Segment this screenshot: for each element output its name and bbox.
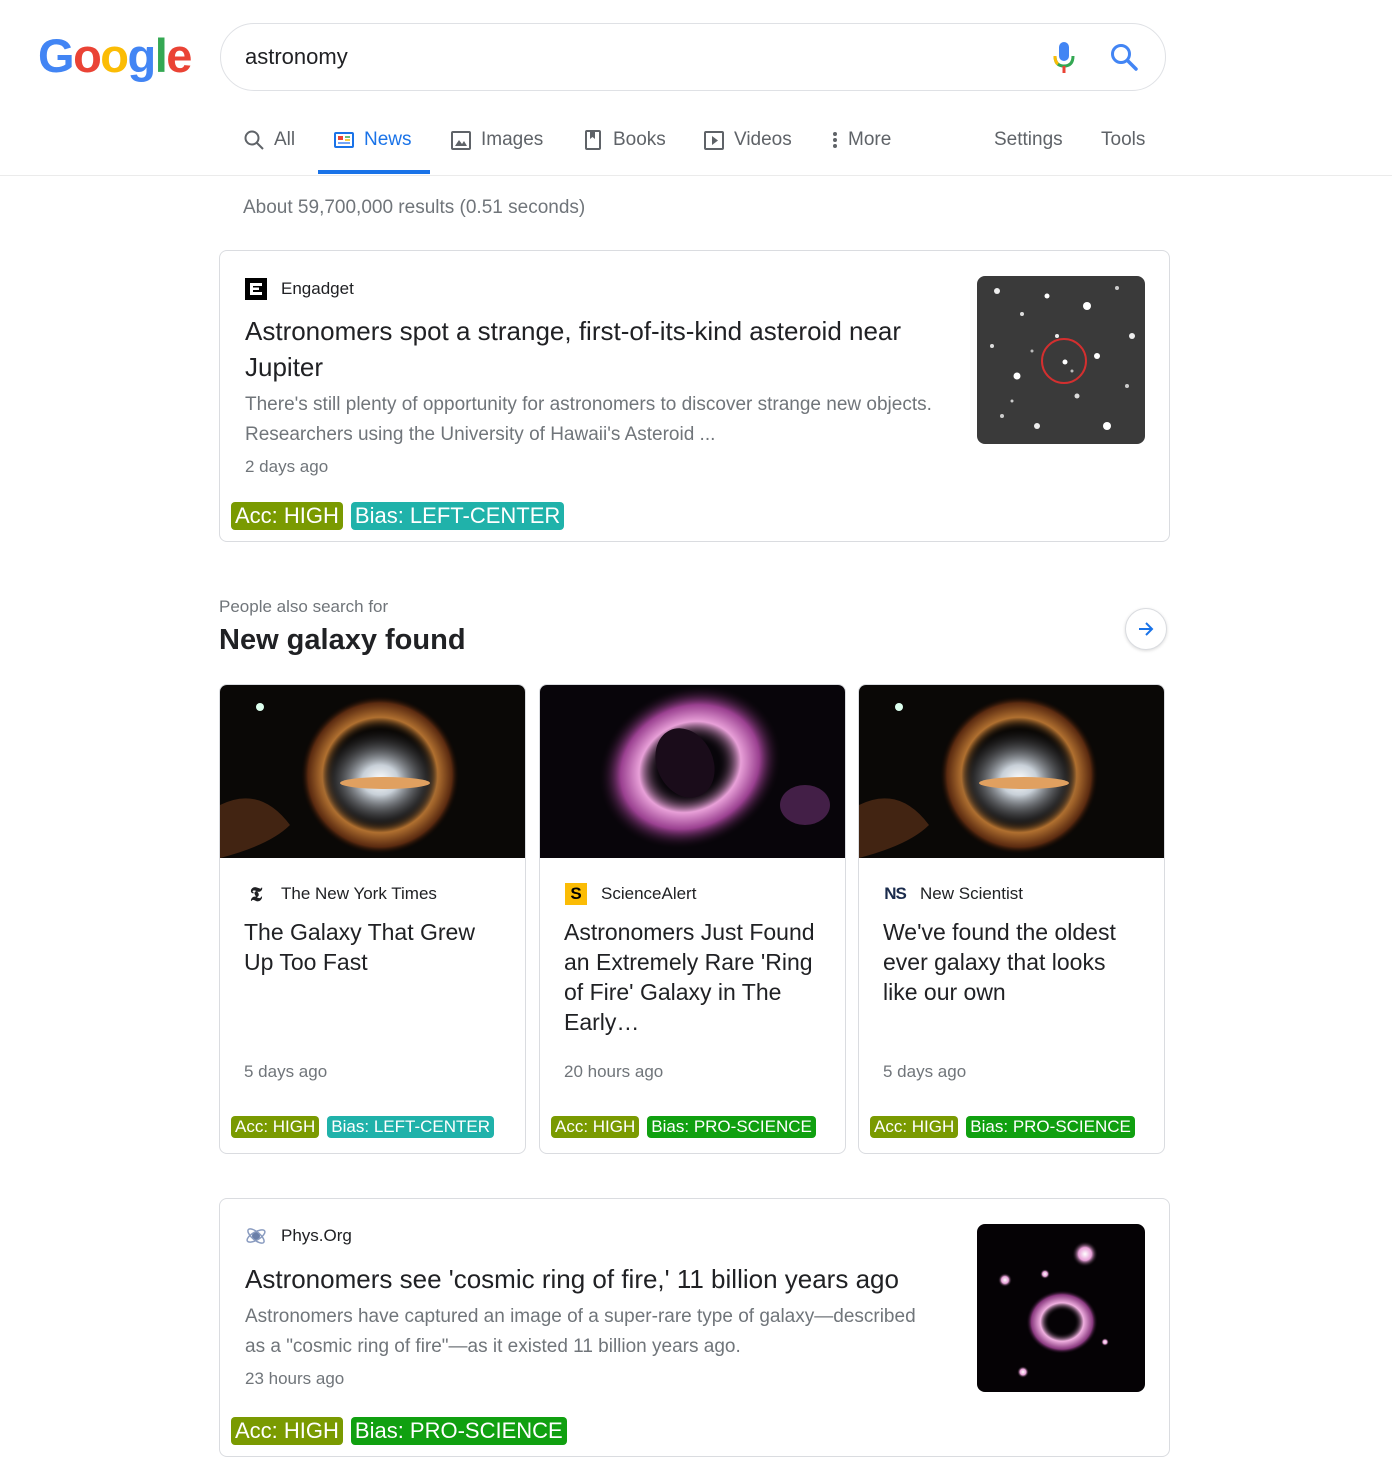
bias-badge: Bias: LEFT-CENTER — [327, 1116, 494, 1138]
settings-label: Settings — [994, 129, 1063, 150]
galaxy-thumbnail — [859, 685, 1164, 858]
arrow-right-icon — [1139, 622, 1154, 636]
tools-link[interactable]: Tools — [1101, 128, 1145, 174]
accuracy-badge: Acc: HIGH — [231, 1417, 343, 1445]
bias-badge: Bias: PRO-SCIENCE — [350, 1417, 567, 1445]
people-also-search-label: People also search for — [219, 597, 389, 616]
badge-row: Acc: HIGH Bias: PRO-SCIENCE — [551, 1116, 816, 1138]
story-age: 20 hours ago — [564, 1062, 664, 1081]
settings-link[interactable]: Settings — [994, 128, 1063, 174]
google-logo[interactable]: Google — [38, 29, 192, 82]
story-card[interactable]: S ScienceAlert Astronomers Just Found an… — [539, 684, 846, 1154]
source-name: ScienceAlert — [601, 884, 697, 903]
result-source[interactable]: Phys.Org — [245, 1225, 352, 1247]
video-icon — [704, 131, 724, 150]
result-title[interactable]: Astronomers spot a strange, first-of-its… — [245, 313, 945, 385]
accuracy-badge: Acc: HIGH — [551, 1116, 640, 1138]
nyt-logo-icon: 𝕿 — [249, 882, 263, 906]
badge-row: Acc: HIGH Bias: PRO-SCIENCE — [870, 1116, 1135, 1138]
ring-galaxy-thumbnail[interactable] — [977, 1224, 1145, 1392]
story-title[interactable]: We've found the oldest ever galaxy that … — [883, 917, 1143, 1007]
search-icon — [244, 130, 264, 150]
tab-images[interactable]: Images — [451, 128, 543, 174]
logo-letter: l — [154, 29, 168, 82]
tab-videos[interactable]: Videos — [704, 128, 792, 174]
source-name: New Scientist — [920, 884, 1023, 903]
result-stats: About 59,700,000 results (0.51 seconds) — [243, 197, 586, 218]
more-icon — [833, 132, 837, 148]
tab-more[interactable]: More — [830, 128, 891, 174]
sciencealert-logo-icon: S — [565, 883, 587, 905]
logo-letter: g — [127, 29, 157, 82]
source-name: The New York Times — [281, 884, 437, 903]
tab-all[interactable]: All — [244, 128, 295, 174]
result-title[interactable]: Astronomers see 'cosmic ring of fire,' 1… — [245, 1261, 945, 1297]
source-name: Phys.Org — [281, 1226, 352, 1245]
tab-label: All — [274, 129, 296, 150]
result-age: 23 hours ago — [245, 1369, 345, 1388]
logo-letter: G — [38, 29, 75, 82]
badge-row: Acc: HIGH Bias: PRO-SCIENCE — [231, 1417, 567, 1445]
accuracy-badge: Acc: HIGH — [231, 502, 343, 530]
news-result[interactable]: Engadget Astronomers spot a strange, fir… — [219, 250, 1170, 542]
badge-row: Acc: HIGH Bias: LEFT-CENTER — [231, 1116, 494, 1138]
logo-letter: e — [166, 29, 192, 82]
story-card[interactable]: 𝕿 The New York Times The Galaxy That Gre… — [219, 684, 526, 1154]
source-name: Engadget — [281, 279, 354, 298]
physorg-logo-icon — [245, 1225, 267, 1247]
story-source[interactable]: NS New Scientist — [884, 883, 1023, 905]
people-also-search-title[interactable]: New galaxy found — [219, 624, 466, 657]
tab-label: More — [848, 129, 892, 150]
tab-books[interactable]: Books — [583, 128, 666, 174]
image-icon — [451, 131, 471, 150]
news-result[interactable]: Phys.Org Astronomers see 'cosmic ring of… — [219, 1198, 1170, 1457]
search-input[interactable]: astronomy — [245, 44, 348, 70]
badge-row: Acc: HIGH Bias: LEFT-CENTER — [231, 502, 565, 530]
tab-news[interactable]: News — [318, 128, 429, 174]
result-snippet: There's still plenty of opportunity for … — [245, 394, 932, 445]
accuracy-badge: Acc: HIGH — [870, 1116, 959, 1138]
galaxy-thumbnail — [220, 685, 525, 858]
asteroid-thumbnail[interactable] — [977, 276, 1145, 444]
bias-badge: Bias: PRO-SCIENCE — [966, 1116, 1135, 1138]
story-card[interactable]: NS New Scientist We've found the oldest … — [858, 684, 1165, 1154]
engadget-logo-icon — [245, 278, 267, 300]
search-icon[interactable] — [1109, 42, 1139, 72]
ring-galaxy-thumbnail — [540, 685, 845, 858]
book-icon — [585, 130, 601, 150]
story-source[interactable]: 𝕿 The New York Times — [245, 882, 437, 906]
search-tabs: All News Images Books Videos More Settin… — [0, 120, 1392, 176]
next-arrow-button[interactable] — [1125, 608, 1167, 650]
bias-badge: Bias: LEFT-CENTER — [350, 502, 565, 530]
newscientist-logo-icon: NS — [884, 884, 907, 903]
logo-letter: o — [100, 29, 129, 82]
story-age: 5 days ago — [244, 1062, 328, 1081]
story-title[interactable]: The Galaxy That Grew Up Too Fast — [244, 917, 504, 977]
news-icon — [334, 132, 354, 148]
story-age: 5 days ago — [883, 1062, 967, 1081]
story-title[interactable]: Astronomers Just Found an Extremely Rare… — [564, 917, 824, 1037]
accuracy-badge: Acc: HIGH — [231, 1116, 320, 1138]
story-source[interactable]: S ScienceAlert — [565, 883, 696, 905]
search-box[interactable]: astronomy — [220, 23, 1166, 91]
tab-label: Images — [481, 129, 544, 150]
tab-label: Videos — [734, 129, 792, 150]
tab-label: News — [364, 129, 412, 150]
result-source[interactable]: Engadget — [245, 278, 354, 300]
tab-label: Books — [613, 129, 666, 150]
logo-letter: o — [73, 29, 102, 82]
tools-label: Tools — [1101, 129, 1146, 150]
mic-icon[interactable] — [1053, 42, 1075, 74]
bias-badge: Bias: PRO-SCIENCE — [647, 1116, 816, 1138]
result-age: 2 days ago — [245, 457, 329, 476]
result-snippet: Astronomers have captured an image of a … — [245, 1306, 916, 1357]
